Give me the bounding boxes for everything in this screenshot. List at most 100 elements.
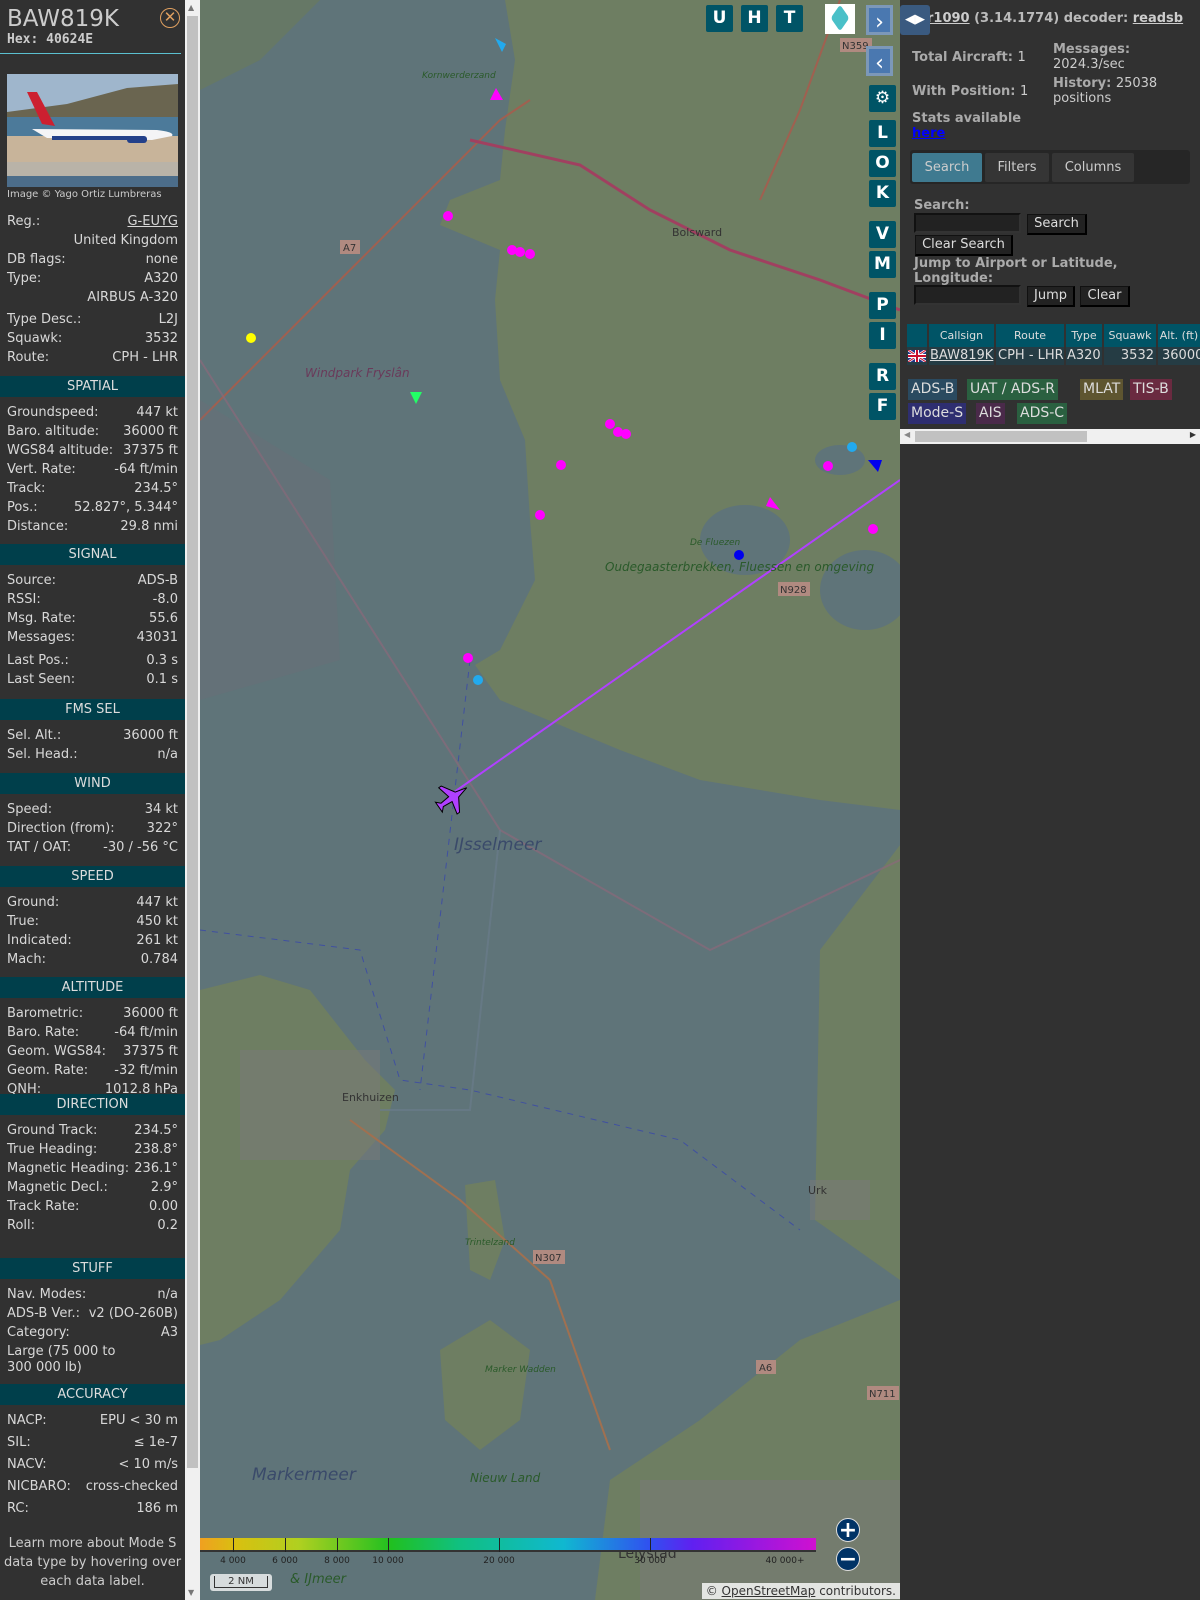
- map-button-m[interactable]: M: [869, 251, 896, 278]
- data-label[interactable]: Geom. Rate:: [7, 1063, 88, 1082]
- map-button-k[interactable]: K: [869, 180, 896, 207]
- data-label[interactable]: NACV:: [7, 1457, 47, 1476]
- data-label[interactable]: Baro. altitude:: [7, 424, 99, 443]
- data-label[interactable]: Last Seen:: [7, 672, 75, 691]
- data-label[interactable]: Barometric:: [7, 1006, 83, 1025]
- data-label[interactable]: Roll:: [7, 1218, 35, 1237]
- data-label[interactable]: Track:: [7, 481, 45, 500]
- data-label[interactable]: Indicated:: [7, 933, 72, 952]
- chevron-right-icon[interactable]: ›: [866, 5, 893, 35]
- data-label[interactable]: SIL:: [7, 1435, 31, 1454]
- map-button-t[interactable]: T: [776, 5, 803, 32]
- map-button-v[interactable]: V: [869, 221, 896, 248]
- data-label[interactable]: RSSI:: [7, 592, 41, 611]
- aircraft-photo[interactable]: [7, 74, 178, 187]
- data-label[interactable]: Speed:: [7, 802, 52, 821]
- layers-icon[interactable]: [825, 4, 855, 34]
- legend-uat-ads-r[interactable]: UAT / ADS-R: [967, 379, 1058, 400]
- column-header[interactable]: Callsign: [929, 324, 994, 347]
- map[interactable]: Bolsward Enkhuizen Urk Lelystad IJsselme…: [200, 0, 900, 1600]
- column-header[interactable]: Squawk: [1104, 324, 1156, 347]
- info-value[interactable]: G-EUYG: [127, 214, 178, 233]
- map-button-l[interactable]: L: [869, 120, 896, 147]
- data-label[interactable]: RC:: [7, 1501, 29, 1520]
- clear-button[interactable]: Clear: [1080, 286, 1130, 307]
- column-header[interactable]: Type: [1066, 324, 1102, 347]
- clear-search-button[interactable]: Clear Search: [915, 235, 1013, 256]
- data-label[interactable]: Track Rate:: [7, 1199, 79, 1218]
- data-label[interactable]: Msg. Rate:: [7, 611, 76, 630]
- osm-link[interactable]: OpenStreetMap: [722, 1584, 816, 1598]
- data-label[interactable]: WGS84 altitude:: [7, 443, 113, 462]
- data-label[interactable]: Vert. Rate:: [7, 462, 76, 481]
- data-label[interactable]: Sel. Alt.:: [7, 728, 61, 747]
- data-label[interactable]: Messages:: [7, 630, 75, 649]
- data-label[interactable]: Last Pos.:: [7, 653, 69, 672]
- data-value: EPU < 30 m: [99, 1413, 178, 1428]
- legend-ads-c[interactable]: ADS-C: [1017, 403, 1068, 424]
- stats-link[interactable]: here: [912, 126, 945, 141]
- map-button-r[interactable]: R: [869, 363, 896, 390]
- decoder-link[interactable]: readsb: [1133, 11, 1183, 26]
- legend-mode-s[interactable]: Mode-S: [908, 403, 967, 424]
- data-label[interactable]: TAT / OAT:: [7, 840, 71, 859]
- map-button-i[interactable]: I: [869, 322, 896, 349]
- data-label[interactable]: Large (75 000 to 300 000 lb): [7, 1344, 127, 1382]
- data-label[interactable]: Groundspeed:: [7, 405, 98, 424]
- data-label[interactable]: Magnetic Heading:: [7, 1161, 129, 1180]
- legend-ads-b[interactable]: ADS-B: [908, 379, 958, 400]
- data-value: 322°: [146, 821, 178, 836]
- tab-columns[interactable]: Columns: [1052, 153, 1134, 182]
- data-label[interactable]: NACP:: [7, 1413, 47, 1432]
- data-label[interactable]: Ground:: [7, 895, 59, 914]
- toggle-sidebar-icon[interactable]: ◀▶: [900, 5, 930, 35]
- data-label[interactable]: Ground Track:: [7, 1123, 97, 1142]
- map-button-f[interactable]: F: [869, 393, 896, 420]
- panel-title: tar1090 (3.14.1774) decoder: readsb: [912, 11, 1184, 26]
- search-input[interactable]: [914, 213, 1021, 233]
- table-horizontal-scrollbar[interactable]: ◀ ▶: [900, 429, 1200, 444]
- column-header[interactable]: Alt. (ft): [1158, 324, 1200, 347]
- info-value: none: [145, 252, 178, 267]
- data-label[interactable]: Pos.:: [7, 500, 38, 519]
- map-button-p[interactable]: P: [869, 292, 896, 319]
- data-label[interactable]: True Heading:: [7, 1142, 97, 1161]
- jump-input[interactable]: [914, 285, 1021, 305]
- data-label[interactable]: Category:: [7, 1325, 70, 1344]
- road-n359: N359: [842, 41, 869, 52]
- search-button[interactable]: Search: [1027, 214, 1087, 235]
- jump-button[interactable]: Jump: [1027, 286, 1075, 307]
- column-header[interactable]: Route: [996, 324, 1064, 347]
- map-button-o[interactable]: O: [869, 150, 896, 177]
- zoom-out-icon[interactable]: −: [836, 1547, 860, 1571]
- data-label[interactable]: Mach:: [7, 952, 46, 971]
- data-label[interactable]: Geom. WGS84:: [7, 1044, 106, 1063]
- column-header[interactable]: [907, 324, 927, 347]
- tab-search[interactable]: Search: [912, 153, 982, 182]
- sidebar-scrollbar[interactable]: ▲ ▼: [185, 0, 200, 1600]
- data-label[interactable]: ADS-B Ver.:: [7, 1306, 80, 1325]
- data-label[interactable]: NICBARO:: [7, 1479, 71, 1498]
- map-button-h[interactable]: H: [741, 5, 768, 32]
- map-button-u[interactable]: U: [706, 5, 733, 32]
- data-label[interactable]: Direction (from):: [7, 821, 115, 840]
- data-value: 0.784: [140, 952, 178, 967]
- close-icon[interactable]: ✕: [160, 8, 180, 28]
- zoom-in-icon[interactable]: +: [836, 1518, 860, 1542]
- data-label[interactable]: Distance:: [7, 519, 68, 538]
- data-label[interactable]: Sel. Head.:: [7, 747, 78, 766]
- legend-tis-b[interactable]: TIS-B: [1130, 379, 1172, 400]
- callsign-link[interactable]: BAW819K: [930, 348, 993, 363]
- data-label[interactable]: Magnetic Decl.:: [7, 1180, 108, 1199]
- data-value: 34 kt: [144, 802, 178, 817]
- data-label[interactable]: Nav. Modes:: [7, 1287, 86, 1306]
- tab-filters[interactable]: Filters: [985, 153, 1049, 182]
- info-row: Route: CPH - LHR: [7, 350, 178, 369]
- settings-gear-icon[interactable]: ⚙: [869, 85, 896, 112]
- data-label[interactable]: Source:: [7, 573, 56, 592]
- legend-ais[interactable]: AIS: [976, 403, 1005, 424]
- data-label[interactable]: Baro. Rate:: [7, 1025, 79, 1044]
- data-label[interactable]: True:: [7, 914, 39, 933]
- chevron-left-icon[interactable]: ‹: [866, 46, 893, 76]
- legend-mlat[interactable]: MLAT: [1080, 379, 1124, 400]
